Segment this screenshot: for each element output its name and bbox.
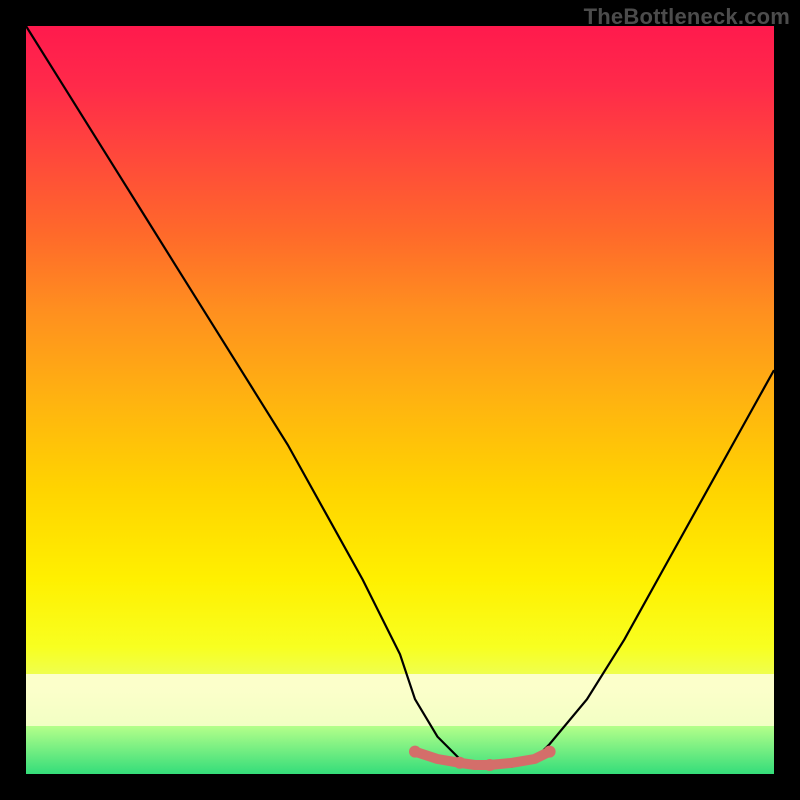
marker-dot [409,746,421,758]
plot-area [26,26,774,774]
marker-dot [544,746,556,758]
bottom-marker-curve [415,752,550,765]
main-curve [26,26,774,767]
curve-layer [26,26,774,774]
chart-stage: TheBottleneck.com [0,0,800,800]
marker-dot [484,759,496,771]
marker-dot [454,757,466,769]
